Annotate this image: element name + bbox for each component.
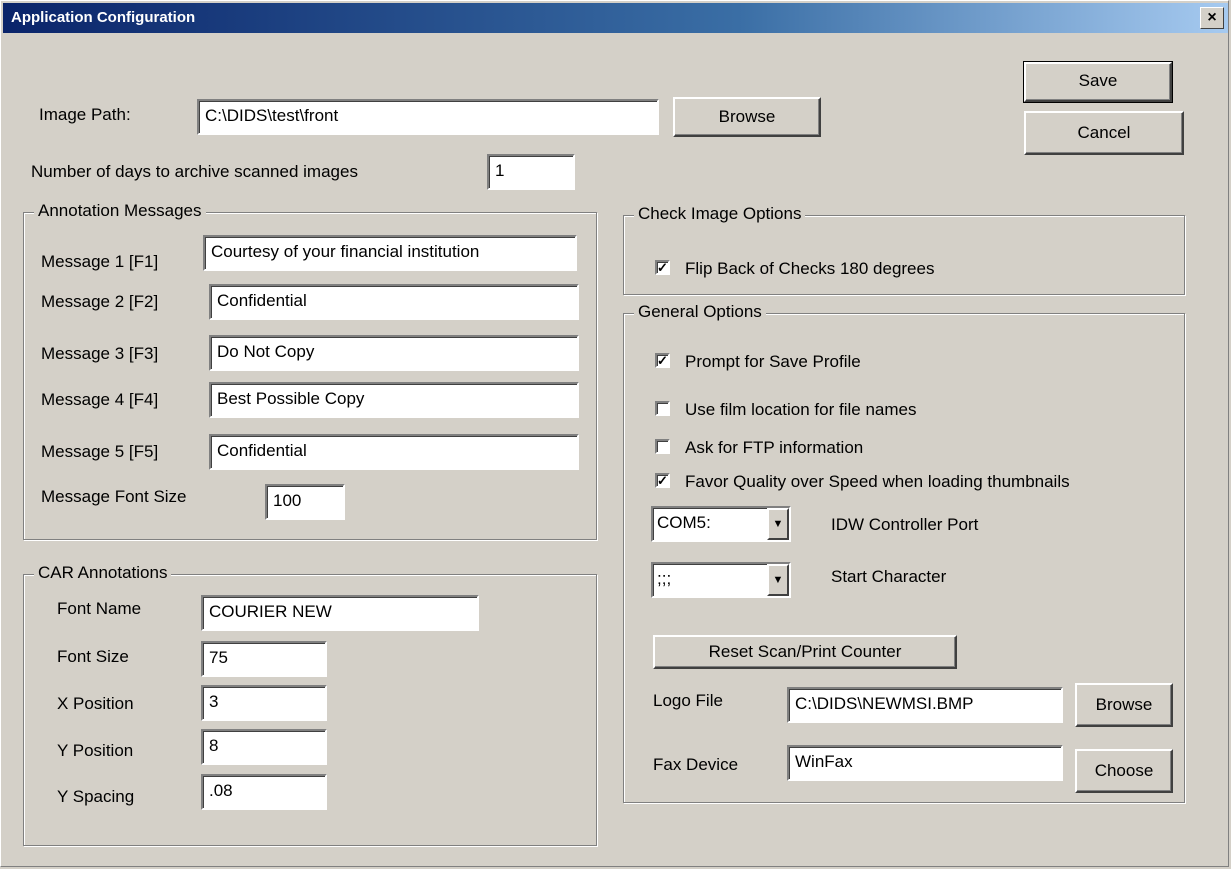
message-3-input[interactable]: Do Not Copy (209, 335, 579, 371)
ftp-info-checkbox[interactable] (655, 439, 670, 454)
car-annotations-legend: CAR Annotations (34, 563, 172, 583)
close-button[interactable]: × (1200, 7, 1224, 29)
flip-back-label: Flip Back of Checks 180 degrees (685, 259, 935, 278)
window-title: Application Configuration (11, 9, 196, 26)
y-position-label: Y Position (57, 741, 134, 760)
choose-fax-button[interactable]: Choose (1075, 749, 1173, 793)
message-4-input[interactable]: Best Possible Copy (209, 382, 579, 418)
font-name-label: Font Name (57, 599, 142, 618)
y-spacing-input[interactable]: .08 (201, 774, 327, 810)
cancel-button[interactable]: Cancel (1024, 111, 1184, 155)
image-path-input[interactable]: C:\DIDS\test\front (197, 99, 659, 135)
logo-file-input[interactable]: C:\DIDS\NEWMSI.BMP (787, 687, 1063, 723)
browse-image-path-button[interactable]: Browse (673, 97, 821, 137)
film-location-label: Use film location for file names (685, 400, 917, 419)
message-font-size-input[interactable]: 100 (265, 484, 345, 520)
message-font-size-label: Message Font Size (41, 487, 187, 506)
x-position-input[interactable]: 3 (201, 685, 327, 721)
check-image-options-legend: Check Image Options (634, 204, 806, 224)
ftp-info-label: Ask for FTP information (685, 438, 864, 457)
browse-logo-button[interactable]: Browse (1075, 683, 1173, 727)
general-options-group: General Options (623, 302, 1185, 803)
x-position-label: X Position (57, 694, 134, 713)
favor-quality-checkbox[interactable]: ✓ (655, 473, 670, 488)
controller-port-label: IDW Controller Port (831, 515, 979, 534)
message-4-label: Message 4 [F4] (41, 390, 159, 409)
message-2-input[interactable]: Confidential (209, 284, 579, 320)
controller-port-value: COM5: (657, 513, 711, 532)
logo-file-label: Logo File (653, 691, 723, 710)
start-character-select[interactable]: ;;; ▼ (651, 562, 791, 598)
message-2-label: Message 2 [F2] (41, 292, 159, 311)
dialog-window: Application Configuration × Save Cancel … (0, 0, 1229, 867)
save-button[interactable]: Save (1023, 61, 1173, 103)
y-spacing-label: Y Spacing (57, 787, 135, 806)
title-bar[interactable]: Application Configuration × (3, 3, 1228, 33)
message-5-label: Message 5 [F5] (41, 442, 159, 461)
message-1-label: Message 1 [F1] (41, 252, 159, 271)
y-position-input[interactable]: 8 (201, 729, 327, 765)
annotation-messages-legend: Annotation Messages (34, 201, 206, 221)
message-3-label: Message 3 [F3] (41, 344, 159, 363)
fax-device-input[interactable]: WinFax (787, 745, 1063, 781)
controller-port-select[interactable]: COM5: ▼ (651, 506, 791, 542)
general-options-legend: General Options (634, 302, 766, 322)
start-character-value: ;;; (657, 569, 672, 588)
check-image-options-group: Check Image Options (623, 204, 1185, 295)
prompt-save-profile-checkbox[interactable]: ✓ (655, 353, 670, 368)
film-location-checkbox[interactable] (655, 401, 670, 416)
car-font-size-label: Font Size (57, 647, 129, 666)
reset-counter-button[interactable]: Reset Scan/Print Counter (653, 635, 957, 669)
car-font-size-input[interactable]: 75 (201, 641, 327, 677)
archive-days-input[interactable]: 1 (487, 154, 575, 190)
prompt-save-profile-label: Prompt for Save Profile (685, 352, 861, 371)
archive-days-label: Number of days to archive scanned images (31, 162, 358, 181)
chevron-down-icon[interactable]: ▼ (767, 564, 789, 596)
message-1-input[interactable]: Courtesy of your financial institution (203, 235, 577, 271)
flip-back-checkbox[interactable]: ✓ (655, 260, 670, 275)
image-path-label: Image Path: (39, 105, 131, 124)
favor-quality-label: Favor Quality over Speed when loading th… (685, 472, 1070, 491)
fax-device-label: Fax Device (653, 755, 739, 774)
start-character-label: Start Character (831, 567, 947, 586)
chevron-down-icon[interactable]: ▼ (767, 508, 789, 540)
message-5-input[interactable]: Confidential (209, 434, 579, 470)
font-name-input[interactable]: COURIER NEW (201, 595, 479, 631)
